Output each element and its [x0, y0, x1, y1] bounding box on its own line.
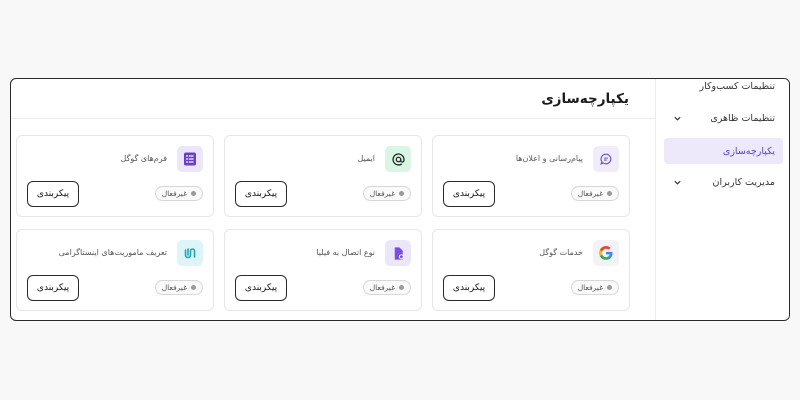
- chat-bubble-icon: [593, 146, 619, 172]
- status-badge: غیرفعال: [154, 280, 203, 295]
- page-header: یکپارچه‌سازی: [11, 79, 655, 119]
- sidebar-item-label: تنظیمات ظاهری: [710, 112, 775, 124]
- integration-card-google-services: خدمات گوگل غیرفعال پیکربندی: [432, 229, 630, 311]
- chevron-down-icon: [672, 177, 682, 187]
- status-badge: غیرفعال: [362, 186, 411, 201]
- integration-card-instagram-missions: تعریف ماموریت‌های اینستاگرامی غیرفعال پی…: [16, 229, 214, 311]
- card-title: خدمات گوگل: [539, 248, 583, 257]
- status-dot-icon: [607, 285, 612, 290]
- configure-button[interactable]: پیکربندی: [235, 181, 287, 207]
- configure-button[interactable]: پیکربندی: [443, 275, 495, 301]
- integration-card-connection-type: نوع اتصال به فیلیا غیرفعال پیکربندی: [224, 229, 422, 311]
- integration-card-messaging: پیام‌رسانی و اعلان‌ها غیرفعال پیکربندی: [432, 135, 630, 217]
- sidebar-item-business-settings[interactable]: تنظیمات کسب‌وکار: [664, 79, 783, 99]
- page-title: یکپارچه‌سازی: [541, 90, 629, 107]
- card-title: ایمیل: [357, 154, 375, 163]
- status-text: غیرفعال: [577, 189, 603, 198]
- integration-card-google-forms: فرم‌های گوگل غیرفعال پیکربندی: [16, 135, 214, 217]
- chevron-down-icon: [672, 113, 682, 123]
- sidebar-item-user-management[interactable]: مدیریت کاربران: [664, 169, 783, 195]
- sidebar-item-label: مدیریت کاربران: [712, 176, 775, 188]
- settings-sidebar: تنظیمات کسب‌وکار تنظیمات ظاهری یکپارچه‌س…: [655, 79, 789, 320]
- status-dot-icon: [191, 191, 196, 196]
- sidebar-item-appearance-settings[interactable]: تنظیمات ظاهری: [664, 105, 783, 131]
- google-icon: [593, 240, 619, 266]
- card-title: نوع اتصال به فیلیا: [316, 248, 375, 257]
- card-title: فرم‌های گوگل: [120, 154, 167, 163]
- status-text: غیرفعال: [161, 283, 187, 292]
- swirl-logo-icon: [177, 240, 203, 266]
- configure-button[interactable]: پیکربندی: [27, 275, 79, 301]
- settings-window: تنظیمات کسب‌وکار تنظیمات ظاهری یکپارچه‌س…: [10, 78, 790, 321]
- status-text: غیرفعال: [161, 189, 187, 198]
- status-badge: غیرفعال: [570, 186, 619, 201]
- configure-button[interactable]: پیکربندی: [27, 181, 79, 207]
- status-dot-icon: [191, 285, 196, 290]
- status-text: غیرفعال: [577, 283, 603, 292]
- at-sign-icon: [385, 146, 411, 172]
- status-dot-icon: [399, 285, 404, 290]
- status-text: غیرفعال: [369, 283, 395, 292]
- document-link-icon: [385, 240, 411, 266]
- main-content: یکپارچه‌سازی پیام‌رسانی و اعلان‌ها غیرفع…: [11, 79, 655, 320]
- card-title: پیام‌رسانی و اعلان‌ها: [515, 154, 583, 163]
- status-dot-icon: [399, 191, 404, 196]
- status-badge: غیرفعال: [362, 280, 411, 295]
- configure-button[interactable]: پیکربندی: [443, 181, 495, 207]
- google-forms-icon: [177, 146, 203, 172]
- configure-button[interactable]: پیکربندی: [235, 275, 287, 301]
- status-badge: غیرفعال: [570, 280, 619, 295]
- sidebar-item-label: تنظیمات کسب‌وکار: [699, 80, 775, 92]
- sidebar-item-integration[interactable]: یکپارچه‌سازی: [664, 138, 783, 164]
- status-dot-icon: [607, 191, 612, 196]
- card-title: تعریف ماموریت‌های اینستاگرامی: [58, 248, 167, 257]
- integration-card-email: ایمیل غیرفعال پیکربندی: [224, 135, 422, 217]
- status-badge: غیرفعال: [154, 186, 203, 201]
- status-text: غیرفعال: [369, 189, 395, 198]
- sidebar-item-label: یکپارچه‌سازی: [722, 145, 775, 157]
